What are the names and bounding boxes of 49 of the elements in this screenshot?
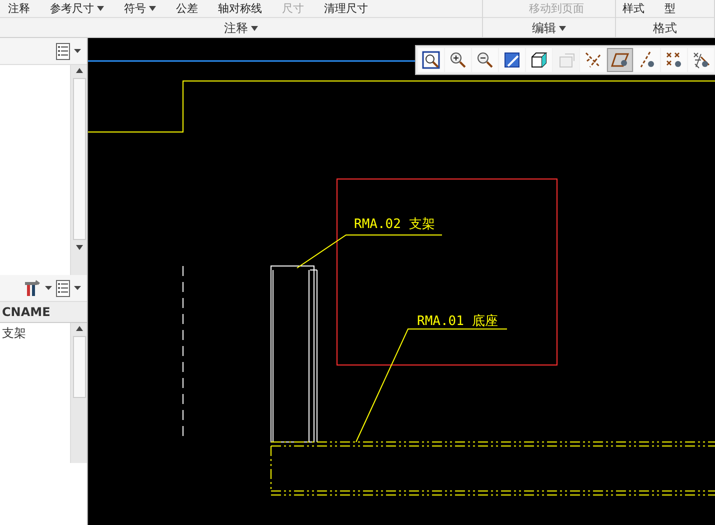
- scrollbar[interactable]: [70, 65, 87, 275]
- plane-icon: [611, 52, 629, 68]
- zoom-out-icon: [476, 51, 494, 69]
- toolbar-button[interactable]: [526, 48, 552, 72]
- toolbar-button[interactable]: [688, 48, 714, 72]
- annotation-icon: [558, 52, 574, 68]
- toolbar-button[interactable]: [499, 48, 525, 72]
- dropdown-caret-icon[interactable]: [74, 286, 81, 290]
- caret-icon: [559, 26, 566, 30]
- toolbar-button[interactable]: [580, 48, 606, 72]
- list-icon[interactable]: [56, 280, 70, 296]
- caret-icon: [97, 6, 104, 10]
- scrollbar[interactable]: [70, 323, 87, 463]
- group-label[interactable]: 格式: [653, 20, 678, 37]
- ribbon-command[interactable]: 样式: [622, 1, 644, 16]
- tools-icon[interactable]: [23, 279, 41, 297]
- axes-icon: [584, 51, 602, 69]
- list-icon[interactable]: [56, 42, 70, 60]
- toolbar-button[interactable]: [418, 48, 444, 72]
- toolbar-button[interactable]: [445, 48, 471, 72]
- points-icon: [665, 51, 683, 69]
- repaint-icon: [504, 52, 520, 68]
- scroll-up-icon: [76, 68, 82, 73]
- ribbon-command[interactable]: 注释: [8, 1, 30, 16]
- toolbar-button[interactable]: [472, 48, 498, 72]
- ribbon-command[interactable]: 符号: [124, 1, 156, 16]
- scroll-up-icon: [76, 326, 82, 331]
- ribbon-command[interactable]: 型: [664, 1, 676, 16]
- group-label[interactable]: 注释: [224, 20, 258, 37]
- ribbon-command[interactable]: 公差: [176, 1, 198, 16]
- table-cell-text: 支架: [1, 325, 27, 342]
- column-header: CNAME: [2, 305, 50, 319]
- ribbon-command[interactable]: 轴对称线: [218, 1, 262, 16]
- toolbar-button[interactable]: [661, 48, 687, 72]
- caret-icon: [76, 245, 82, 250]
- group-label[interactable]: 编辑: [532, 20, 566, 37]
- dropdown-caret-icon[interactable]: [74, 49, 81, 53]
- caret-icon: [149, 6, 156, 10]
- dropdown-caret-icon[interactable]: [45, 286, 52, 290]
- balloon-label: RMA.01 底座: [417, 314, 498, 329]
- ribbon-command[interactable]: 清理尺寸: [324, 1, 368, 16]
- zoom-fit-icon: [422, 51, 440, 69]
- zoom-in-icon: [449, 51, 467, 69]
- ribbon-command[interactable]: 参考尺寸: [50, 1, 104, 16]
- coordinate-icon: [692, 51, 710, 69]
- caret-icon: [250, 26, 258, 30]
- balloon-label: RMA.02 支架: [354, 217, 435, 232]
- axis-icon: [638, 51, 656, 69]
- cube-icon: [530, 52, 548, 68]
